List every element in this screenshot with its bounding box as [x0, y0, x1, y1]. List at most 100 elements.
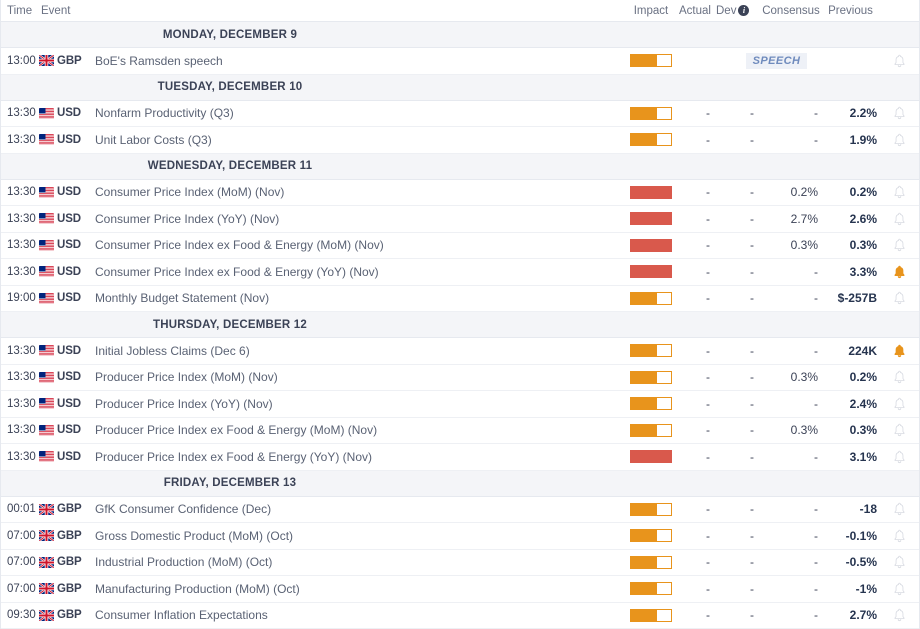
- event-alert-toggle[interactable]: [879, 450, 919, 464]
- event-impact-cell[interactable]: [628, 450, 674, 463]
- event-impact-cell[interactable]: [628, 292, 674, 305]
- calendar-event-row[interactable]: 13:30USDProducer Price Index ex Food & E…: [1, 418, 919, 445]
- event-previous: -0.5%: [822, 555, 879, 569]
- event-consensus: -: [760, 529, 822, 543]
- event-name[interactable]: Consumer Price Index (MoM) (Nov): [91, 185, 628, 199]
- event-alert-toggle[interactable]: [879, 397, 919, 411]
- event-impact-cell[interactable]: [628, 239, 674, 252]
- calendar-event-row[interactable]: 13:30USDNonfarm Productivity (Q3)---2.2%: [1, 101, 919, 128]
- calendar-event-row[interactable]: 19:00USDMonthly Budget Statement (Nov)--…: [1, 286, 919, 313]
- event-alert-toggle[interactable]: [879, 133, 919, 147]
- event-name[interactable]: Consumer Price Index ex Food & Energy (M…: [91, 238, 628, 252]
- calendar-event-row[interactable]: 13:00GBPBoE's Ramsden speechSPEECH: [1, 48, 919, 75]
- event-alert-toggle[interactable]: [879, 423, 919, 437]
- event-name[interactable]: Unit Labor Costs (Q3): [91, 133, 628, 147]
- calendar-event-row[interactable]: 13:30USDUnit Labor Costs (Q3)---1.9%: [1, 127, 919, 154]
- event-impact-cell[interactable]: [628, 529, 674, 542]
- column-header-consensus[interactable]: Consensus: [760, 5, 822, 17]
- calendar-event-row[interactable]: 13:30USDConsumer Price Index ex Food & E…: [1, 233, 919, 260]
- event-name[interactable]: Manufacturing Production (MoM) (Oct): [91, 582, 628, 596]
- event-name[interactable]: Producer Price Index (YoY) (Nov): [91, 397, 628, 411]
- event-impact-cell[interactable]: [628, 344, 674, 357]
- event-alert-toggle[interactable]: [879, 502, 919, 516]
- notification-bell-icon: [893, 291, 906, 305]
- event-name[interactable]: BoE's Ramsden speech: [91, 54, 628, 68]
- calendar-event-row[interactable]: 13:30 USD Producer Price Index (MoM) (Nov)…: [1, 365, 919, 392]
- day-header-label: THURSDAY, DECEMBER 12: [153, 319, 307, 331]
- calendar-event-row[interactable]: 09:30GBPConsumer Inflation Expectations-…: [1, 603, 919, 629]
- column-header-previous[interactable]: Previous: [822, 5, 879, 17]
- event-actual: -: [674, 608, 716, 622]
- event-alert-toggle[interactable]: [879, 185, 919, 199]
- event-name[interactable]: Consumer Price Index (YoY) (Nov): [91, 212, 628, 226]
- gb-flag: [39, 55, 54, 66]
- event-deviation: -: [716, 185, 760, 199]
- calendar-event-row[interactable]: 00:01GBPGfK Consumer Confidence (Dec)---…: [1, 497, 919, 524]
- event-name[interactable]: Nonfarm Productivity (Q3): [91, 106, 628, 120]
- event-name[interactable]: Gross Domestic Product (MoM) (Oct): [91, 529, 628, 543]
- column-header-actual[interactable]: Actual: [674, 5, 716, 17]
- event-impact-cell[interactable]: [628, 556, 674, 569]
- event-time: 13:30: [1, 371, 39, 383]
- calendar-event-row[interactable]: 13:30USDProducer Price Index ex Food & E…: [1, 444, 919, 471]
- event-name[interactable]: Producer Price Index ex Food & Energy (Y…: [91, 450, 628, 464]
- event-impact-cell[interactable]: [628, 609, 674, 622]
- us-flag: [39, 398, 54, 409]
- column-header-time[interactable]: Time: [1, 5, 37, 17]
- event-name[interactable]: Monthly Budget Statement (Nov): [91, 291, 628, 305]
- calendar-event-row[interactable]: 07:00GBPManufacturing Production (MoM) (…: [1, 576, 919, 603]
- event-alert-toggle[interactable]: [879, 238, 919, 252]
- event-impact-cell[interactable]: [628, 186, 674, 199]
- column-header-impact[interactable]: Impact: [628, 5, 674, 17]
- event-impact-cell[interactable]: [628, 424, 674, 437]
- calendar-header-row: Time Event Impact Actual Dev i Consensus…: [1, 0, 919, 22]
- event-consensus: -: [760, 344, 822, 358]
- event-alert-toggle[interactable]: [879, 265, 919, 279]
- event-alert-toggle[interactable]: [879, 212, 919, 226]
- column-header-event[interactable]: Event: [37, 5, 628, 17]
- event-name[interactable]: Producer Price Index ex Food & Energy (M…: [91, 423, 628, 437]
- event-currency-code: GBP: [57, 583, 82, 595]
- event-name[interactable]: Consumer Inflation Expectations: [91, 608, 628, 622]
- event-alert-toggle[interactable]: [879, 291, 919, 305]
- event-impact-cell[interactable]: [628, 503, 674, 516]
- event-time: 13:30: [1, 107, 39, 119]
- event-alert-toggle[interactable]: [879, 370, 919, 384]
- event-name[interactable]: Initial Jobless Claims (Dec 6): [91, 344, 628, 358]
- event-impact-cell[interactable]: [628, 107, 674, 120]
- calendar-event-row[interactable]: 13:30USDConsumer Price Index (MoM) (Nov)…: [1, 180, 919, 207]
- notification-bell-icon: [893, 529, 906, 543]
- event-impact-cell[interactable]: [628, 582, 674, 595]
- event-alert-toggle[interactable]: [879, 344, 919, 358]
- event-impact-cell[interactable]: [628, 265, 674, 278]
- event-impact-cell[interactable]: [628, 371, 674, 384]
- event-alert-toggle[interactable]: [879, 582, 919, 596]
- us-flag: [39, 372, 54, 383]
- calendar-event-row[interactable]: 13:30USDConsumer Price Index (YoY) (Nov)…: [1, 206, 919, 233]
- event-impact-cell[interactable]: [628, 212, 674, 225]
- event-alert-toggle[interactable]: [879, 529, 919, 543]
- event-currency-cell: USD: [39, 371, 91, 383]
- event-name[interactable]: Consumer Price Index ex Food & Energy (Y…: [91, 265, 628, 279]
- event-name[interactable]: Industrial Production (MoM) (Oct): [91, 555, 628, 569]
- column-header-dev[interactable]: Dev i: [716, 5, 760, 17]
- gb-flag: [39, 583, 54, 594]
- impact-bar: [630, 529, 672, 542]
- event-alert-toggle[interactable]: [879, 54, 919, 68]
- event-time: 09:30: [1, 609, 39, 621]
- event-name[interactable]: GfK Consumer Confidence (Dec): [91, 502, 628, 516]
- event-name[interactable]: Producer Price Index (MoM) (Nov): [91, 370, 628, 384]
- event-alert-toggle[interactable]: [879, 555, 919, 569]
- event-impact-cell[interactable]: [628, 133, 674, 146]
- calendar-event-row[interactable]: 07:00GBPGross Domestic Product (MoM) (Oc…: [1, 523, 919, 550]
- calendar-event-row[interactable]: 07:00GBPIndustrial Production (MoM) (Oct…: [1, 550, 919, 577]
- event-currency-code: USD: [57, 371, 81, 383]
- calendar-event-row[interactable]: 13:30USDConsumer Price Index ex Food & E…: [1, 259, 919, 286]
- calendar-event-row[interactable]: 13:30USDProducer Price Index (YoY) (Nov)…: [1, 391, 919, 418]
- calendar-event-row[interactable]: 13:30USDInitial Jobless Claims (Dec 6)--…: [1, 338, 919, 365]
- event-alert-toggle[interactable]: [879, 106, 919, 120]
- event-impact-cell[interactable]: [628, 54, 674, 67]
- event-impact-cell[interactable]: [628, 397, 674, 410]
- info-icon[interactable]: i: [738, 5, 749, 16]
- event-alert-toggle[interactable]: [879, 608, 919, 622]
